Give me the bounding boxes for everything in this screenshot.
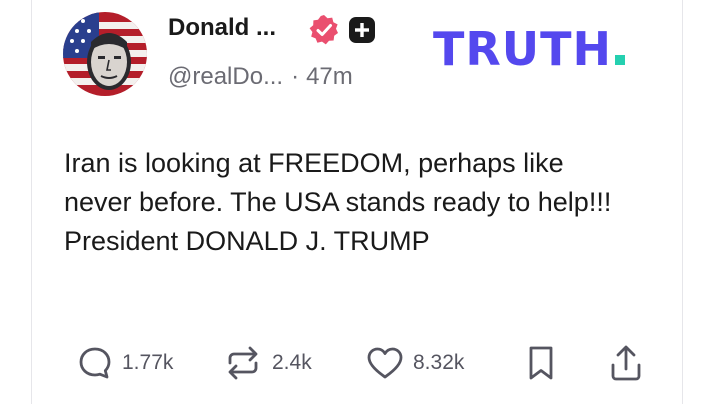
bookmark-button[interactable] — [524, 340, 558, 386]
bookmark-icon — [529, 346, 553, 380]
post-body: Iran is looking at FREEDOM, perhaps like… — [64, 148, 612, 256]
reply-button[interactable]: 1.77k — [76, 340, 173, 386]
logo-text: TRUTH — [433, 22, 613, 76]
author-meta: @realDo... · 47m — [168, 63, 353, 91]
plus-square-icon[interactable] — [348, 16, 376, 44]
share-button[interactable] — [607, 340, 645, 386]
truth-social-logo: TRUTH — [433, 26, 626, 72]
post-time[interactable]: 47m — [306, 63, 353, 90]
avatar[interactable] — [63, 12, 147, 96]
like-button[interactable]: 8.32k — [365, 340, 464, 386]
post-actions-bar: 1.77k 2.4k 8.32k — [0, 340, 715, 388]
share-icon — [611, 345, 641, 381]
portrait-flag-avatar-icon — [63, 12, 147, 96]
like-count: 8.32k — [413, 351, 465, 374]
reply-count: 1.77k — [122, 351, 174, 374]
meta-separator: · — [291, 63, 300, 90]
verified-badge-icon — [309, 15, 338, 45]
heart-icon — [367, 347, 403, 379]
retruth-icon — [228, 346, 258, 380]
author-handle[interactable]: @realDo... — [168, 63, 283, 90]
reply-bubble-icon — [79, 347, 111, 379]
retruth-button[interactable]: 2.4k — [222, 340, 312, 386]
retruth-count: 2.4k — [272, 351, 312, 374]
author-display-name[interactable]: Donald ... — [168, 14, 276, 42]
logo-dot — [615, 55, 626, 65]
